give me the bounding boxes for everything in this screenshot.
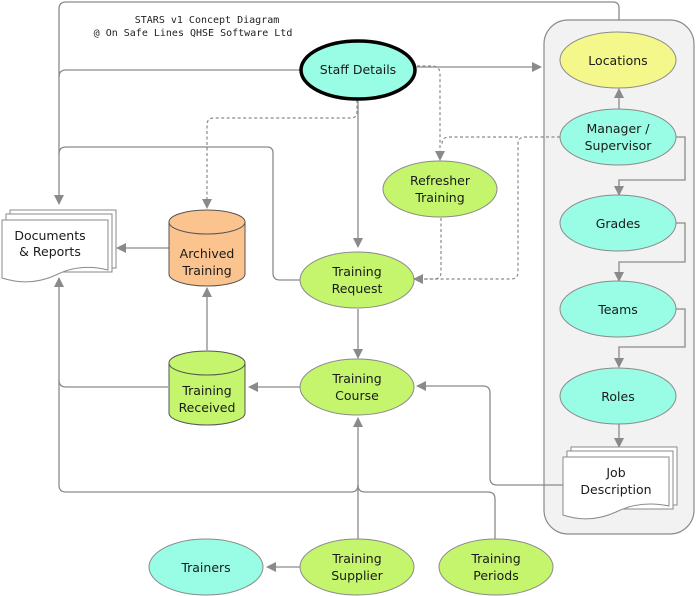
concept-diagram: STARS v1 Concept Diagram @ On Safe Lines… — [1, 1, 695, 596]
connector-staff-to-refresher — [417, 65, 445, 161]
label-teams: Teams — [597, 302, 638, 317]
label-course-line1: Training — [331, 371, 381, 386]
label-supplier-line2: Supplier — [331, 568, 383, 583]
node-grades[interactable]: Grades — [559, 194, 677, 252]
label-refresher-line2: Training — [414, 190, 464, 205]
label-locations: Locations — [588, 53, 647, 68]
label-manager-line2: Supervisor — [585, 138, 653, 153]
label-staff-details: Staff Details — [320, 62, 396, 77]
connector-staff-to-documents — [58, 69, 301, 78]
node-job-description[interactable]: Job Description — [562, 446, 678, 520]
label-manager-line1: Manager / — [587, 121, 651, 136]
connector-refresher-to-request — [414, 218, 442, 280]
diagram-title: STARS v1 Concept Diagram — [135, 15, 280, 26]
node-refresher-training[interactable]: Refresher Training — [382, 160, 498, 218]
node-trainers[interactable]: Trainers — [148, 538, 264, 596]
node-documents-reports[interactable]: Documents & Reports — [1, 209, 117, 283]
label-archived-line2: Training — [181, 263, 231, 278]
node-training-received[interactable]: Training Received — [168, 350, 246, 426]
label-documents-line2: & Reports — [19, 244, 81, 259]
connector-periods-to-course — [357, 484, 496, 540]
label-jobdesc-line2: Description — [580, 482, 651, 497]
label-documents-line1: Documents — [14, 228, 85, 243]
label-request-line2: Request — [332, 281, 383, 296]
node-training-course[interactable]: Training Course — [299, 358, 415, 416]
node-training-supplier[interactable]: Training Supplier — [299, 538, 415, 596]
label-archived-line1: Archived — [180, 246, 235, 261]
node-teams[interactable]: Teams — [559, 280, 677, 338]
label-received-line2: Received — [179, 400, 236, 415]
label-course-line2: Course — [335, 388, 379, 403]
connector-received-to-documents — [54, 277, 168, 388]
label-refresher-line1: Refresher — [410, 173, 471, 188]
connector-staff-to-archived — [202, 100, 358, 209]
label-supplier-line1: Training — [331, 551, 381, 566]
connector-manager-to-refresher — [441, 136, 518, 145]
label-roles: Roles — [601, 389, 634, 404]
label-trainers: Trainers — [180, 560, 230, 575]
connector-jobdesc-to-course — [416, 381, 563, 486]
label-grades: Grades — [596, 216, 641, 231]
node-archived-training[interactable]: Archived Training — [168, 209, 246, 287]
diagram-subtitle: @ On Safe Lines QHSE Software Ltd — [94, 28, 293, 39]
node-training-request[interactable]: Training Request — [299, 251, 415, 309]
label-received-line1: Training — [181, 383, 231, 398]
node-staff-details[interactable]: Staff Details — [299, 39, 417, 101]
label-request-line1: Training — [331, 264, 381, 279]
label-jobdesc-line1: Job — [605, 465, 625, 480]
label-periods-line2: Periods — [473, 568, 519, 583]
node-locations[interactable]: Locations — [559, 31, 677, 89]
node-manager-supervisor[interactable]: Manager / Supervisor — [559, 108, 677, 166]
node-roles[interactable]: Roles — [559, 367, 677, 425]
node-training-periods[interactable]: Training Periods — [438, 538, 554, 596]
label-periods-line1: Training — [470, 551, 520, 566]
